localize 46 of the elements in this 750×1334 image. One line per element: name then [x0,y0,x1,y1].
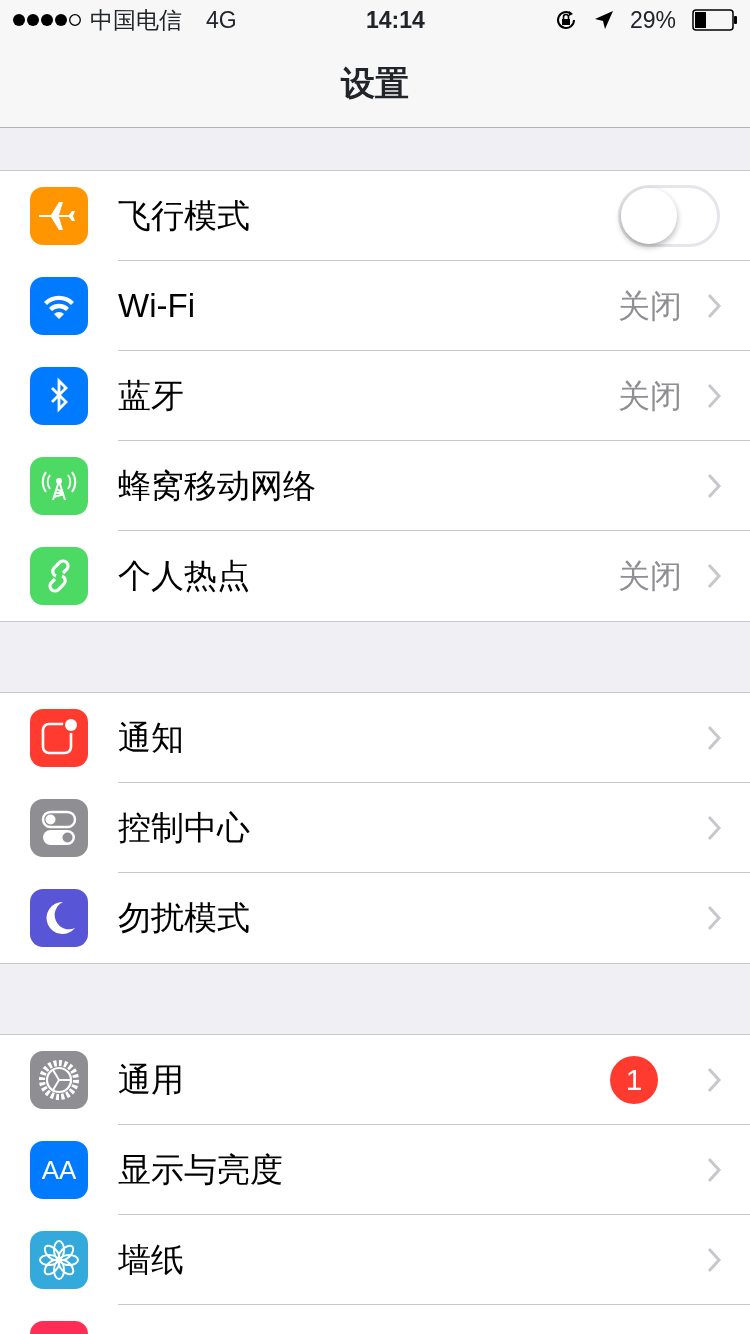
chevron-icon [706,813,722,842]
chevron-icon [706,723,722,752]
settings-row[interactable]: 蜂窝移动网络 [0,441,750,531]
settings-row[interactable]: 个人热点 关闭 [0,531,750,621]
settings-row[interactable]: 通用 1 [0,1035,750,1125]
settings-row[interactable]: 飞行模式 [0,171,750,261]
page-title: 设置 [341,63,409,104]
row-value: 关闭 [618,557,682,596]
settings-row[interactable]: 蓝牙 关闭 [0,351,750,441]
row-value: 关闭 [618,286,682,326]
row-label: 飞行模式 [118,195,251,236]
chevron-icon [706,471,722,500]
chevron-icon [706,562,722,590]
settings-row[interactable]: 控制中心 [0,783,750,873]
row-label: 蓝牙 [118,375,185,416]
row-label: 通知 [118,717,185,758]
settings-row[interactable]: AA 显示与亮度 [0,1125,750,1215]
chevron-icon [706,381,722,410]
settings-row[interactable]: 通知 [0,693,750,783]
settings-row[interactable]: 墙纸 [0,1215,750,1305]
chevron-icon [706,1155,722,1184]
chevron-icon [706,1065,722,1094]
settings-row[interactable]: Wi-Fi 关闭 [0,261,750,351]
network-type: 4G [206,5,237,35]
row-label: 蜂窝移动网络 [118,465,317,506]
text-size-icon: AA [30,1141,88,1199]
row-label: Wi-Fi [118,285,196,326]
signal-icon [12,13,82,27]
battery-percent: 29% [629,5,676,35]
chevron-icon [706,904,722,932]
status-time: 14:14 [365,5,425,35]
battery-icon [692,9,738,31]
location-arrow-icon [593,10,614,30]
notification-badge: 1 [610,1055,658,1104]
row-label: 通用 [118,1059,185,1100]
row-label: 显示与亮度 [118,1149,284,1190]
carrier-name: 中国电信 [90,5,182,35]
row-label: 个人热点 [118,556,251,597]
settings-row[interactable]: 勿扰模式 [0,873,750,963]
row-value: 关闭 [618,376,682,416]
toggle-switch[interactable] [618,184,720,247]
row-label: 勿扰模式 [118,898,251,939]
chevron-icon [706,291,722,320]
row-label: 控制中心 [118,807,251,848]
chevron-icon [706,1245,722,1274]
row-label: 墙纸 [118,1239,185,1280]
